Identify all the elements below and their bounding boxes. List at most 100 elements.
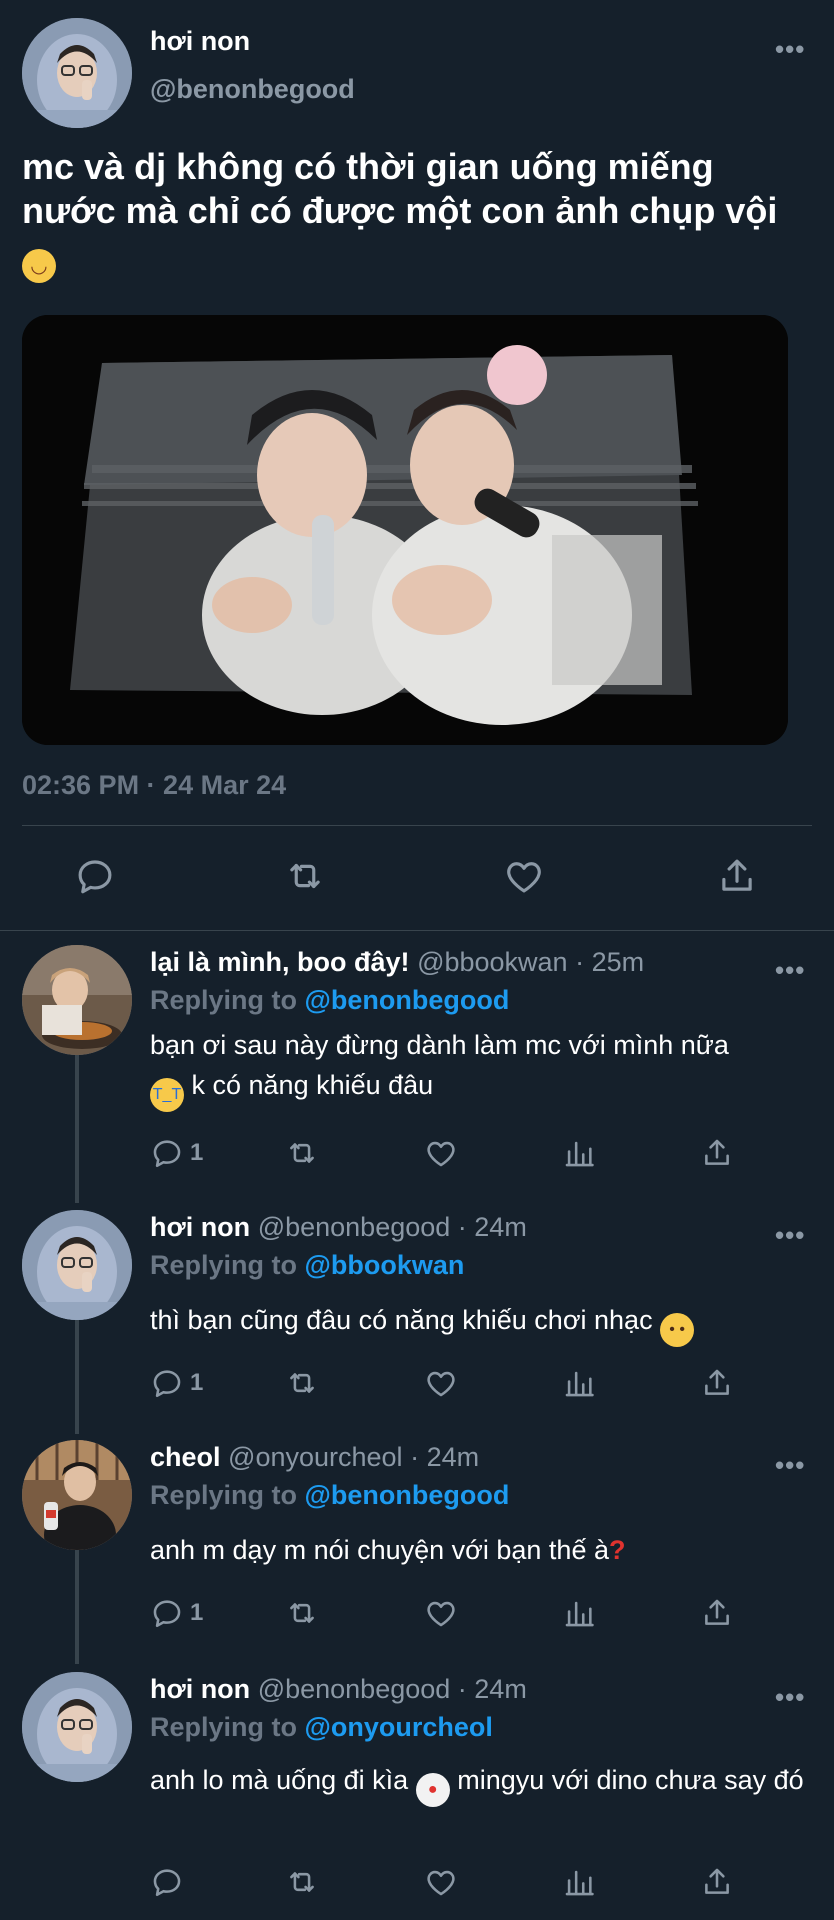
- author-handle[interactable]: @benonbegood: [258, 1212, 451, 1242]
- reply-count: 1: [190, 1139, 204, 1166]
- replying-label: Replying to: [150, 1712, 297, 1742]
- question-mark-icon: ?: [608, 1535, 626, 1565]
- replying-label: Replying to: [150, 1250, 297, 1280]
- reply-time[interactable]: · 24m: [458, 1212, 527, 1242]
- reply-text-body: anh lo mà uống đi kìa: [150, 1765, 409, 1795]
- replying-to: Replying to @benonbegood: [150, 1480, 509, 1511]
- retweet-icon[interactable]: [285, 1135, 319, 1171]
- stats-icon[interactable]: [562, 1135, 596, 1171]
- avatar[interactable]: [22, 18, 132, 128]
- reply-icon[interactable]: 1: [150, 1595, 203, 1631]
- clown-emoji-icon: ●: [415, 1773, 450, 1807]
- avatar[interactable]: [22, 1672, 132, 1782]
- avatar-photo: [22, 18, 132, 128]
- author-name[interactable]: hơi non: [150, 26, 250, 57]
- more-options-icon[interactable]: •••: [775, 1452, 805, 1478]
- thread-line: [75, 1550, 79, 1664]
- reply-icon[interactable]: [74, 855, 116, 897]
- author-name[interactable]: lại là mình, boo đây!: [150, 947, 410, 977]
- tweet-photo: [22, 315, 788, 745]
- mention-link[interactable]: @bbookwan: [305, 1250, 465, 1280]
- thread-line: [75, 1320, 79, 1434]
- reply-text: thì bạn cũng đâu có năng khiếu chơi nhạc…: [150, 1300, 810, 1347]
- tweet-text-body: mc và dj không có thời gian uống miếng n…: [22, 146, 778, 231]
- reply-count: 1: [190, 1369, 204, 1396]
- yum-emoji-icon: ◡: [22, 249, 56, 283]
- reply-text-body: thì bạn cũng đâu có năng khiếu chơi nhạc: [150, 1305, 653, 1335]
- share-icon[interactable]: [700, 1864, 734, 1900]
- share-icon[interactable]: [700, 1365, 734, 1401]
- reply-time[interactable]: · 25m: [575, 947, 644, 977]
- retweet-icon[interactable]: [285, 1864, 319, 1900]
- reply-actions: 1: [150, 1595, 750, 1635]
- share-icon[interactable]: [700, 1135, 734, 1171]
- like-icon[interactable]: [424, 1864, 458, 1900]
- tweet-text: mc và dj không có thời gian uống miếng n…: [22, 145, 812, 283]
- reply-icon[interactable]: 1: [150, 1365, 203, 1401]
- reply-text-body: anh m dạy m nói chuyện với bạn thế à: [150, 1535, 609, 1565]
- reply-header: lại là mình, boo đây! @bbookwan · 25m: [150, 947, 644, 978]
- replying-to: Replying to @onyourcheol: [150, 1712, 493, 1743]
- author-handle[interactable]: @benonbegood: [258, 1674, 451, 1704]
- tweet-media[interactable]: [22, 315, 788, 745]
- retweet-icon[interactable]: [284, 855, 326, 897]
- like-icon[interactable]: [424, 1135, 458, 1171]
- more-options-icon[interactable]: •••: [775, 957, 805, 983]
- reply-text-after: k có năng khiếu đâu: [184, 1070, 434, 1100]
- replying-label: Replying to: [150, 1480, 297, 1510]
- like-icon[interactable]: [424, 1595, 458, 1631]
- mention-link[interactable]: @benonbegood: [305, 1480, 510, 1510]
- replying-to: Replying to @bbookwan: [150, 1250, 464, 1281]
- share-icon[interactable]: [716, 855, 758, 897]
- replying-label: Replying to: [150, 985, 297, 1015]
- main-tweet: hơi non @benonbegood ••• mc và dj không …: [0, 0, 834, 930]
- mention-link[interactable]: @benonbegood: [305, 985, 510, 1015]
- more-options-icon[interactable]: •••: [775, 1222, 805, 1248]
- section-divider: [0, 930, 834, 931]
- reply-header: hơi non @benonbegood · 24m: [150, 1674, 527, 1705]
- reply-actions: 1: [150, 1135, 750, 1175]
- avatar[interactable]: [22, 1440, 132, 1550]
- retweet-icon[interactable]: [285, 1595, 319, 1631]
- reply-header: cheol @onyourcheol · 24m: [150, 1442, 479, 1473]
- reply-header: hơi non @benonbegood · 24m: [150, 1212, 527, 1243]
- divider: [22, 825, 812, 826]
- author-handle[interactable]: @benonbegood: [150, 74, 355, 105]
- author-name[interactable]: cheol: [150, 1442, 221, 1472]
- author-handle[interactable]: @bbookwan: [417, 947, 568, 977]
- reply-icon[interactable]: 1: [150, 1135, 203, 1171]
- author-name[interactable]: hơi non: [150, 1212, 250, 1242]
- reply-text-body: bạn ơi sau này đừng dành làm mc với mình…: [150, 1030, 729, 1060]
- stats-icon[interactable]: [562, 1864, 596, 1900]
- reply-text: anh m dạy m nói chuyện với bạn thế à?: [150, 1530, 810, 1570]
- stats-icon[interactable]: [562, 1595, 596, 1631]
- avatar-photo: [22, 1672, 132, 1782]
- reply-text-after: mingyu với dino chưa say đó: [449, 1765, 804, 1795]
- like-icon[interactable]: [503, 855, 545, 897]
- replying-to: Replying to @benonbegood: [150, 985, 509, 1016]
- stats-icon[interactable]: [562, 1365, 596, 1401]
- sob-emoji-icon: T_T: [150, 1078, 184, 1112]
- retweet-icon[interactable]: [285, 1365, 319, 1401]
- avatar-photo: [22, 945, 132, 1055]
- avatar-photo: [22, 1440, 132, 1550]
- reply-text: anh lo mà uống đi kìa ● mingyu với dino …: [150, 1760, 810, 1807]
- reply-time[interactable]: · 24m: [410, 1442, 479, 1472]
- share-icon[interactable]: [700, 1595, 734, 1631]
- author-name[interactable]: hơi non: [150, 1674, 250, 1704]
- avatar[interactable]: [22, 945, 132, 1055]
- more-options-icon[interactable]: •••: [775, 1684, 805, 1710]
- author-handle[interactable]: @onyourcheol: [228, 1442, 403, 1472]
- mention-link[interactable]: @onyourcheol: [305, 1712, 493, 1742]
- thread-line: [75, 1055, 79, 1203]
- like-icon[interactable]: [424, 1365, 458, 1401]
- more-options-icon[interactable]: •••: [775, 36, 805, 62]
- reply-icon[interactable]: [150, 1864, 190, 1900]
- reply-actions: 1: [150, 1365, 750, 1405]
- pleading-emoji-icon: • •: [660, 1313, 695, 1347]
- reply-time[interactable]: · 24m: [458, 1674, 527, 1704]
- reply-count: 1: [190, 1599, 204, 1626]
- tweet-timestamp[interactable]: 02:36 PM · 24 Mar 24: [22, 770, 286, 801]
- avatar[interactable]: [22, 1210, 132, 1320]
- reply-actions: [150, 1864, 750, 1904]
